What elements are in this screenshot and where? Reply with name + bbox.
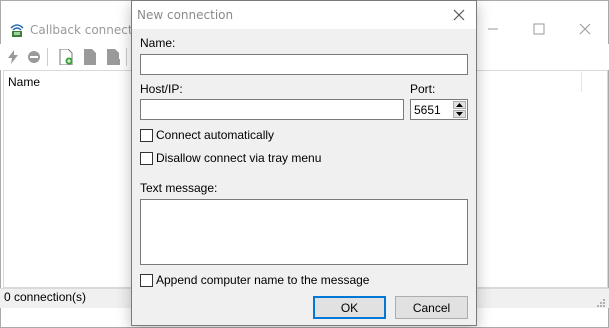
host-field[interactable] <box>140 99 404 120</box>
host-label: Host/IP: <box>140 82 183 96</box>
append-name-checkbox[interactable] <box>140 273 153 287</box>
port-value[interactable]: 5651 <box>414 103 441 117</box>
edit-connection-icon[interactable] <box>81 48 99 66</box>
port-spin-buttons <box>453 101 466 118</box>
connect-automatically-label: Connect automatically <box>156 128 275 142</box>
new-connection-dialog: New connection Name: Host/IP: Port: 5651… <box>131 0 477 326</box>
new-connection-icon[interactable] <box>57 48 75 66</box>
stop-icon[interactable] <box>25 48 43 66</box>
disallow-tray-option[interactable]: Disallow connect via tray menu <box>140 151 321 165</box>
close-window-icon[interactable] <box>562 14 608 44</box>
connect-lightning-icon[interactable] <box>4 48 22 66</box>
disallow-tray-checkbox[interactable] <box>140 151 153 165</box>
cancel-button[interactable]: Cancel <box>395 296 468 319</box>
ok-button[interactable]: OK <box>313 296 386 319</box>
append-name-option[interactable]: Append computer name to the message <box>140 273 369 287</box>
toolbar-separator <box>47 48 48 66</box>
name-field[interactable] <box>140 54 468 75</box>
resize-grip-icon[interactable] <box>596 298 606 308</box>
text-message-label: Text message: <box>140 181 218 195</box>
delete-connection-icon[interactable] <box>104 48 122 66</box>
maximize-icon[interactable] <box>516 14 562 44</box>
app-icon <box>10 24 24 37</box>
port-stepper[interactable]: 5651 <box>410 99 468 120</box>
toolbar-separator <box>126 48 127 66</box>
name-label: Name: <box>140 36 176 50</box>
column-divider <box>581 70 582 92</box>
text-message-field[interactable] <box>140 199 468 265</box>
disallow-tray-label: Disallow connect via tray menu <box>156 151 322 165</box>
append-name-label: Append computer name to the message <box>156 273 370 287</box>
spin-up-icon[interactable] <box>453 101 466 109</box>
port-label: Port: <box>410 82 436 96</box>
close-icon[interactable] <box>448 5 470 25</box>
dialog-title: New connection <box>137 8 234 22</box>
connect-automatically-option[interactable]: Connect automatically <box>140 128 274 142</box>
column-header-name[interactable]: Name <box>8 75 40 89</box>
connect-automatically-checkbox[interactable] <box>140 128 153 142</box>
status-text: 0 connection(s) <box>4 290 87 304</box>
spin-down-icon[interactable] <box>453 110 466 118</box>
